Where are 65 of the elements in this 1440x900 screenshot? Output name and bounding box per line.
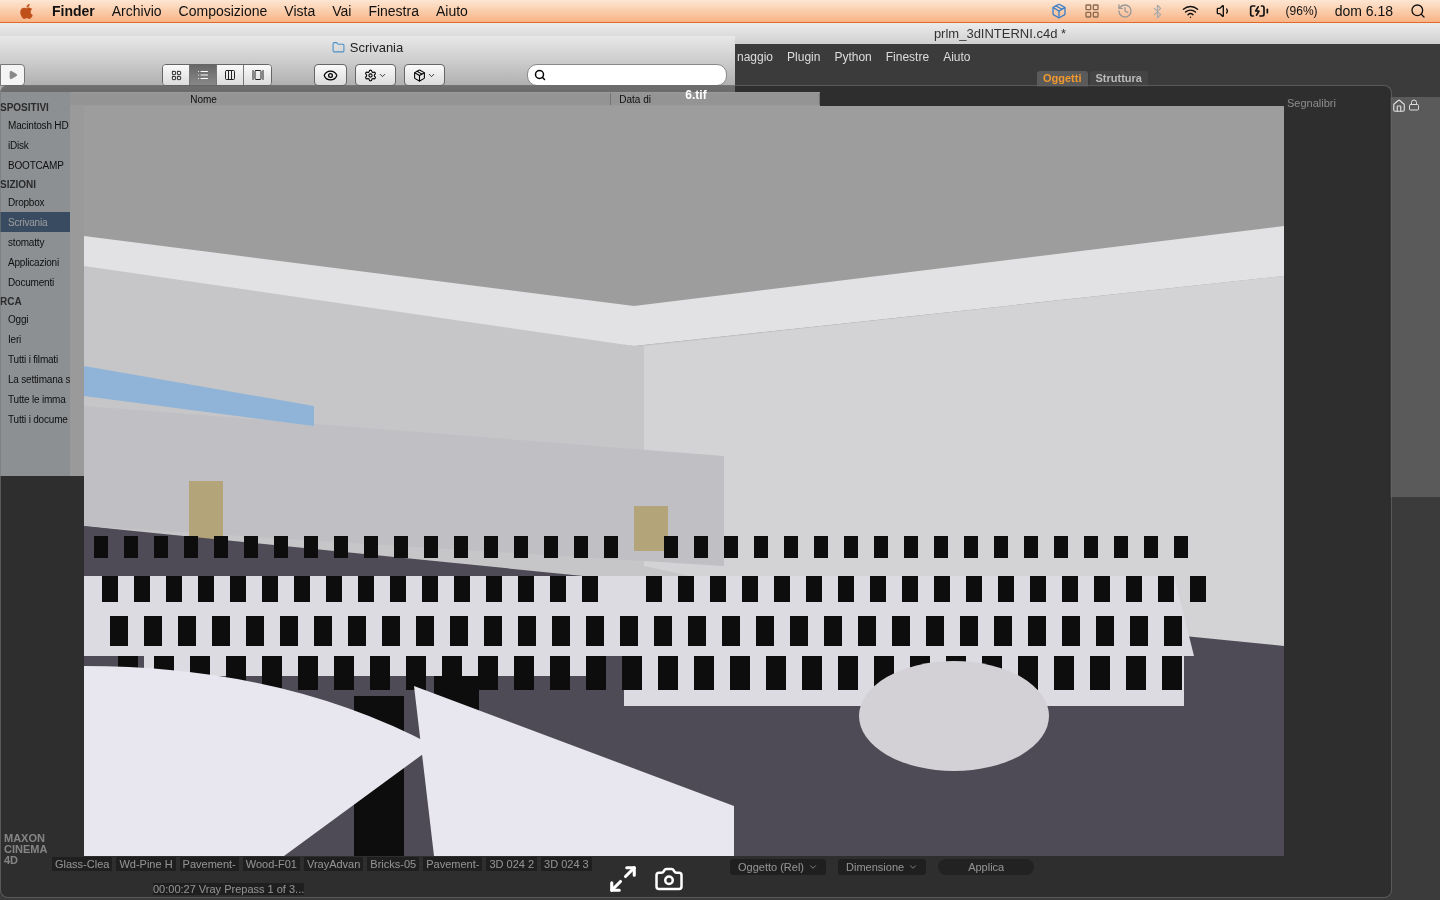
full-screen-icon[interactable] [608, 864, 638, 894]
clock[interactable]: dom 6.18 [1334, 3, 1393, 19]
sidebar-item[interactable]: Scrivania [0, 212, 71, 232]
material-label[interactable]: VrayAdvan [303, 857, 364, 871]
dropbox-button[interactable] [404, 64, 445, 86]
coordinate-dropdown[interactable]: Oggetto (Rel) [730, 859, 827, 875]
box-icon[interactable] [1050, 3, 1067, 19]
menu-item[interactable]: Vista [284, 3, 316, 19]
panel-tab[interactable]: Struttura [1089, 71, 1148, 87]
material-label[interactable]: Wd-Pine H [116, 857, 176, 871]
search-field[interactable] [527, 64, 727, 86]
search-icon[interactable] [1410, 3, 1426, 19]
menu-item[interactable]: Finestre [885, 50, 930, 64]
sidebar-heading: RCA [0, 295, 22, 309]
menu-item[interactable]: Aiuto [943, 50, 971, 64]
caret-icon [908, 862, 919, 872]
material-label[interactable]: 3D 024 3 [541, 857, 592, 871]
apply-button[interactable]: Applica [938, 859, 1035, 875]
gear-icon [364, 68, 377, 82]
folder-icon [331, 40, 345, 54]
material-label[interactable]: Glass-Clea [52, 857, 113, 871]
sidebar-heading: SIZIONI [0, 178, 37, 192]
panel-tab[interactable]: Oggetti [1037, 71, 1088, 87]
menu-item[interactable]: naggio [737, 50, 774, 64]
view-mode-button[interactable] [163, 65, 190, 85]
app-menu[interactable]: Finder [52, 3, 95, 19]
home-icon[interactable] [1392, 99, 1406, 113]
list-icon [197, 69, 209, 81]
sidebar-heading: SPOSITIVI [0, 101, 49, 115]
brand-label: MAXON CINEMA 4D [4, 833, 48, 866]
column-header[interactable]: Nome [70, 93, 612, 105]
caret-icon [808, 862, 819, 872]
view-mode-button[interactable] [217, 65, 244, 85]
box-icon [413, 68, 426, 82]
lock-icon[interactable] [1408, 99, 1420, 111]
bookmarks-label[interactable]: Segnalibri [1287, 97, 1336, 109]
grid-icon [170, 69, 182, 81]
search-icon [534, 69, 546, 81]
columns-icon [224, 69, 236, 81]
action-button[interactable] [355, 64, 396, 86]
menu-item[interactable]: Finestra [368, 3, 419, 19]
material-label[interactable]: Wood-F01 [242, 857, 300, 871]
window-title: Scrivania [349, 39, 404, 55]
quick-look-button[interactable] [314, 64, 347, 86]
menu-item[interactable]: Plugin [787, 50, 821, 64]
menu-item[interactable]: Vai [332, 3, 352, 19]
menu-item[interactable]: Python [834, 50, 872, 64]
material-label[interactable]: Bricks-05 [367, 857, 420, 871]
apple-logo-icon[interactable] [18, 2, 35, 20]
forward-button[interactable] [0, 64, 25, 86]
window-title: prlm_3dINTERNI.c4d * [933, 26, 1067, 41]
material-label[interactable]: Pavement- [423, 857, 483, 871]
grid-icon[interactable] [1083, 3, 1100, 19]
coordinate-dropdown[interactable]: Dimensione [838, 859, 927, 875]
play-icon [7, 70, 18, 80]
render-status: 00:00:27 Vray Prepass 1 of 3... [153, 883, 305, 895]
menu-item[interactable]: Archivio [111, 3, 162, 19]
battery-percent: (96%) [1285, 4, 1318, 18]
cover-flow-icon [251, 69, 264, 81]
material-label[interactable]: 3D 024 2 [486, 857, 538, 871]
eye-icon [323, 67, 338, 83]
material-label[interactable]: Pavement- [179, 857, 239, 871]
view-mode-button[interactable] [244, 65, 271, 85]
menu-item[interactable]: Composizione [178, 3, 268, 19]
menu-item[interactable]: Aiuto [435, 3, 468, 19]
